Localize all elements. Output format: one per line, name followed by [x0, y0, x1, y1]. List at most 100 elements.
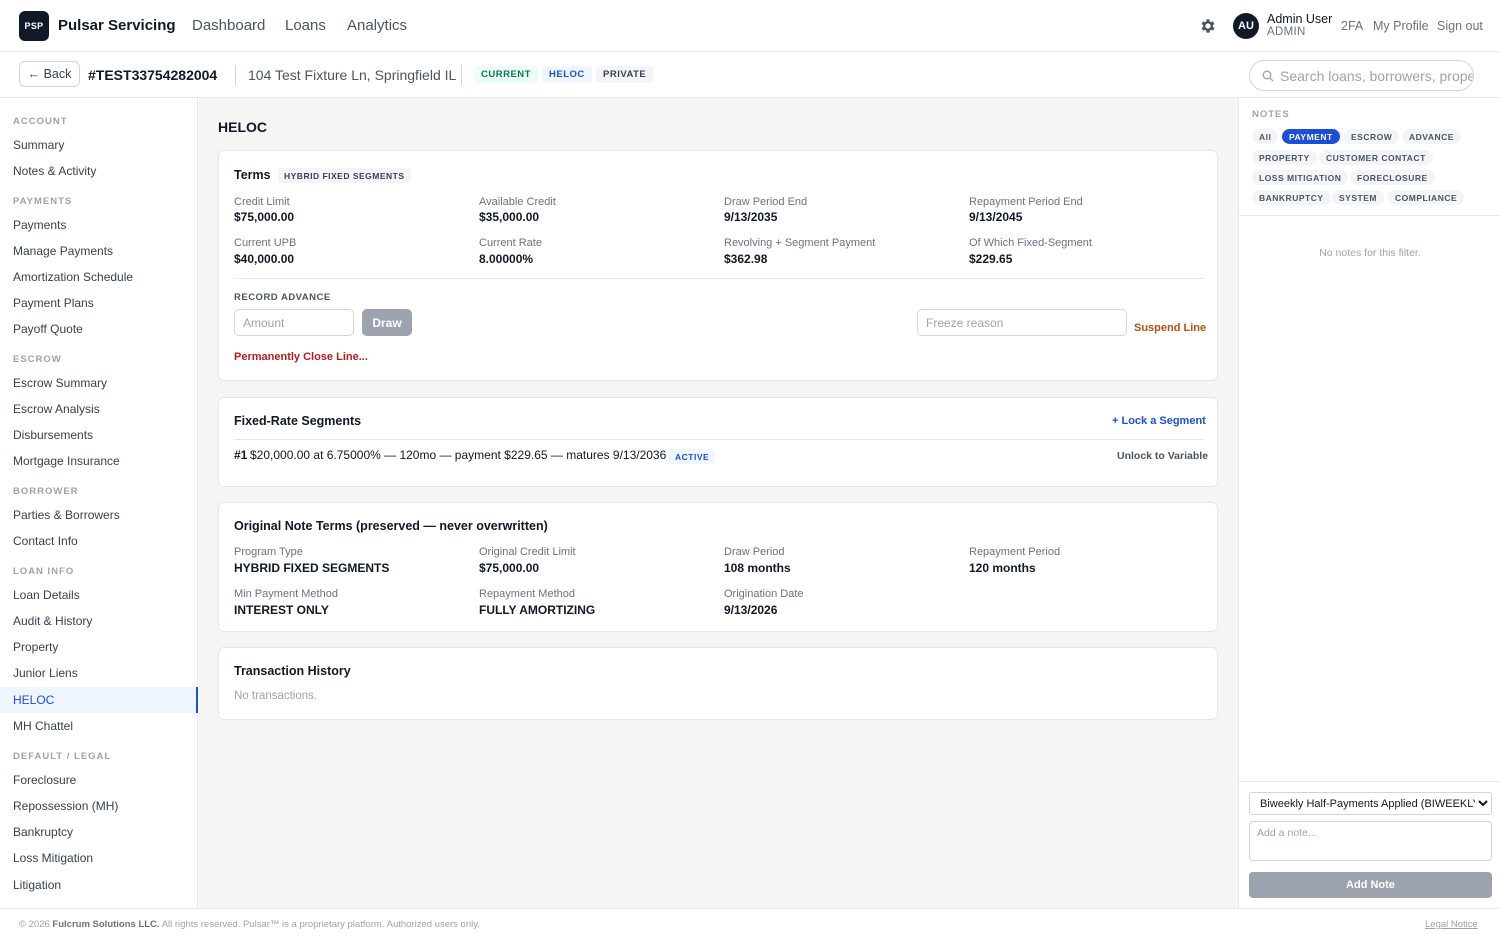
sidebar-item-parties-borrowers[interactable]: Parties & Borrowers [0, 502, 198, 528]
divider [461, 65, 462, 85]
property-address: 104 Test Fixture Ln, Springfield IL [248, 67, 457, 83]
credit-limit-value: $75,000.00 [234, 210, 295, 224]
sidebar-item-junior-liens[interactable]: Junior Liens [0, 660, 198, 686]
field-label: Program Type [234, 546, 303, 558]
nav-analytics[interactable]: Analytics [347, 17, 407, 34]
sidebar-item-payoff-quote[interactable]: Payoff Quote [0, 316, 198, 342]
sidebar-item-litigation[interactable]: Litigation [0, 872, 198, 898]
sidebar-item-payments[interactable]: Payments [0, 212, 198, 238]
global-search[interactable] [1249, 60, 1474, 91]
nav-loans[interactable]: Loans [285, 17, 326, 34]
terms-title: Terms [234, 168, 271, 182]
2fa-link[interactable]: 2FA [1341, 19, 1363, 33]
main-content: HELOC Terms HYBRID FIXED SEGMENTS Credit… [199, 98, 1238, 908]
segment-status-badge: ACTIVE [669, 449, 716, 464]
note-filter-compliance[interactable]: COMPLIANCE [1388, 190, 1465, 205]
page-title: HELOC [218, 119, 267, 135]
repayment-period-end-value: 9/13/2045 [969, 210, 1023, 224]
brand-name[interactable]: Pulsar Servicing [58, 17, 176, 34]
note-filter-bankruptcy[interactable]: BANKRUPTCY [1252, 190, 1331, 205]
sidebar-item-escrow-summary[interactable]: Escrow Summary [0, 370, 198, 396]
sidebar-item-property[interactable]: Property [0, 634, 198, 660]
sidebar-item-mh-chattel[interactable]: MH Chattel [0, 713, 198, 739]
gear-icon[interactable] [1199, 17, 1217, 35]
loan-id: #TEST33754282004 [88, 67, 218, 83]
loan-sidebar: ACCOUNT Summary Notes & Activity PAYMENT… [0, 98, 198, 908]
total-payment-value: $362.98 [724, 252, 768, 266]
field-label: Current Rate [479, 237, 542, 249]
field-label: Credit Limit [234, 196, 290, 208]
note-filter-property[interactable]: PROPERTY [1252, 150, 1317, 165]
sidebar-section-default-legal: DEFAULT / LEGAL [13, 751, 112, 762]
segment-details: $20,000.00 at 6.75000% — 120mo — payment… [250, 448, 667, 462]
note-filter-system[interactable]: SYSTEM [1332, 190, 1384, 205]
sidebar-item-notes-activity[interactable]: Notes & Activity [0, 158, 198, 184]
terms-card: Terms HYBRID FIXED SEGMENTS Credit Limit… [218, 150, 1218, 381]
note-filter-loss-mitigation[interactable]: LOSS MITIGATION [1252, 170, 1349, 185]
sidebar-item-mortgage-insurance[interactable]: Mortgage Insurance [0, 448, 198, 474]
sidebar-item-audit-history[interactable]: Audit & History [0, 608, 198, 634]
status-badge-current: CURRENT [474, 66, 538, 83]
top-navbar: PSP Pulsar Servicing Dashboard Loans Ana… [0, 0, 1500, 52]
sidebar-item-bankruptcy[interactable]: Bankruptcy [0, 819, 198, 845]
note-filter-customer-contact[interactable]: CUSTOMER CONTACT [1319, 150, 1433, 165]
freeze-reason-input[interactable] [917, 309, 1127, 336]
add-note-button[interactable]: Add Note [1249, 872, 1492, 898]
field-label: Repayment Method [479, 588, 575, 600]
sign-out-link[interactable]: Sign out [1437, 19, 1483, 33]
legal-notice-link[interactable]: Legal Notice [1425, 919, 1478, 930]
note-filter-escrow[interactable]: ESCROW [1344, 129, 1400, 144]
sidebar-item-heloc[interactable]: HELOC [0, 687, 198, 713]
avatar[interactable]: AU [1233, 13, 1259, 39]
field-label: Revolving + Segment Payment [724, 237, 876, 249]
current-rate-value: 8.00000% [479, 252, 534, 266]
note-filter-all[interactable]: All [1252, 129, 1279, 144]
field-label: Repayment Period [969, 546, 1061, 558]
app-logo[interactable]: PSP [19, 11, 49, 41]
available-credit-value: $35,000.00 [479, 210, 540, 224]
sidebar-item-manage-payments[interactable]: Manage Payments [0, 238, 198, 264]
sidebar-item-escrow-analysis[interactable]: Escrow Analysis [0, 396, 198, 422]
sidebar-item-disbursements[interactable]: Disbursements [0, 422, 198, 448]
program-badge: HYBRID FIXED SEGMENTS [278, 168, 411, 183]
search-input[interactable] [1280, 67, 1473, 84]
user-role: ADMIN [1267, 26, 1306, 38]
notes-panel: NOTES All PAYMENT ESCROW ADVANCE PROPERT… [1238, 98, 1500, 908]
note-filter-payment[interactable]: PAYMENT [1282, 129, 1340, 144]
field-label: Draw Period [724, 546, 785, 558]
company-name: Fulcrum Solutions LLC. [52, 919, 160, 930]
sidebar-item-payment-plans[interactable]: Payment Plans [0, 290, 198, 316]
note-filter-advance[interactable]: ADVANCE [1402, 129, 1461, 144]
lock-segment-button[interactable]: + Lock a Segment [1112, 415, 1206, 427]
sidebar-item-foreclosure[interactable]: Foreclosure [0, 767, 198, 793]
my-profile-link[interactable]: My Profile [1373, 19, 1429, 33]
sidebar-item-amortization-schedule[interactable]: Amortization Schedule [0, 264, 198, 290]
field-label: Original Credit Limit [479, 546, 576, 558]
suspend-line-button[interactable]: Suspend Line [1134, 322, 1206, 334]
note-template-select[interactable]: Biweekly Half-Payments Applied (BIWEEKLY… [1249, 792, 1492, 815]
back-button[interactable]: ← Back [19, 61, 80, 87]
segment-number: #1 [234, 448, 248, 462]
nav-dashboard[interactable]: Dashboard [192, 17, 265, 34]
draw-button[interactable]: Draw [362, 309, 412, 336]
sidebar-item-loan-details[interactable]: Loan Details [0, 582, 198, 608]
field-label: Of Which Fixed-Segment [969, 237, 1092, 249]
note-input[interactable] [1249, 821, 1492, 861]
advance-amount-input[interactable] [234, 309, 354, 336]
unlock-to-variable-button[interactable]: Unlock to Variable [1117, 450, 1208, 462]
divider [1239, 215, 1500, 216]
note-filter-foreclosure[interactable]: FORECLOSURE [1350, 170, 1435, 185]
empty-notes-message: No notes for this filter. [1319, 247, 1421, 259]
sidebar-item-loss-mitigation[interactable]: Loss Mitigation [0, 845, 198, 871]
sidebar-item-contact-info[interactable]: Contact Info [0, 528, 198, 554]
empty-transactions: No transactions. [234, 690, 318, 702]
user-name: Admin User [1267, 12, 1333, 26]
sidebar-item-summary[interactable]: Summary [0, 132, 198, 158]
divider [234, 439, 1204, 440]
sidebar-item-repossession[interactable]: Repossession (MH) [0, 793, 198, 819]
close-line-button[interactable]: Permanently Close Line... [234, 351, 368, 363]
original-terms-card: Original Note Terms (preserved — never o… [218, 502, 1218, 632]
type-badge-heloc: HELOC [542, 66, 592, 83]
transaction-history-card: Transaction History No transactions. [218, 647, 1218, 720]
current-upb-value: $40,000.00 [234, 252, 295, 266]
